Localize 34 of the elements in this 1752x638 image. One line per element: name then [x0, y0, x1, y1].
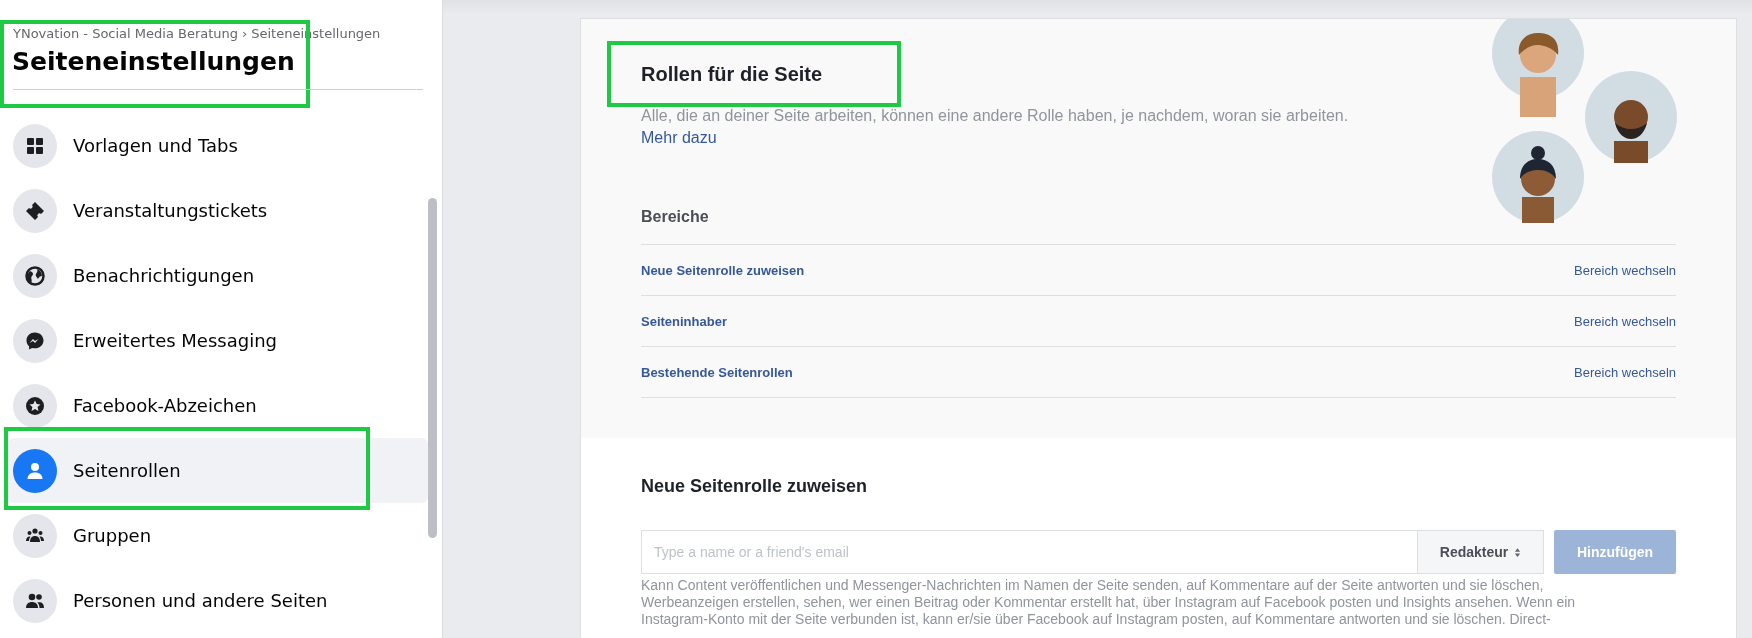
learn-more-link[interactable]: Mehr dazu	[641, 128, 1676, 148]
grid-icon	[13, 123, 57, 168]
breadcrumb-link[interactable]: YNovation - Social Media Beratung	[13, 26, 239, 41]
switch-area-link[interactable]: Bereich wechseln	[1574, 262, 1676, 278]
section-description: Alle, die an deiner Seite arbeiten, können eine andere Rolle haben, je nachdem, woran sie arbeiten.	[641, 106, 1350, 126]
page-title: Seiteneinstellungen	[12, 47, 295, 76]
person-icon	[13, 448, 57, 493]
sidebar-item[interactable]: Personen und andere Seiten	[8, 568, 428, 633]
switch-area-link[interactable]: Bereich wechseln	[1574, 313, 1676, 329]
area-link[interactable]: Seiteninhaber	[641, 313, 727, 329]
globe-icon	[13, 253, 57, 298]
messenger-icon	[13, 318, 57, 363]
people-icon	[13, 578, 57, 623]
sidebar-item[interactable]: Facebook-Abzeichen	[8, 373, 428, 438]
scrollbar[interactable]	[428, 198, 437, 538]
sidebar-item[interactable]: Veranstaltungstickets	[8, 178, 428, 243]
area-link[interactable]: Bestehende Seitenrollen	[641, 364, 793, 380]
name-input-field[interactable]: Type a name or a friend's email	[641, 530, 1418, 574]
sidebar-item[interactable]: Benachrichtigungen	[8, 243, 428, 308]
areas-heading: Bereiche	[641, 207, 710, 227]
area-link[interactable]: Neue Seitenrolle zuweisen	[641, 262, 805, 278]
group-icon	[13, 513, 57, 558]
sidebar-item[interactable]: Vorlagen und Tabs	[8, 113, 428, 178]
role-dropdown[interactable]: Redakteur	[1418, 530, 1544, 574]
section-title: Neue Seitenrolle zuweisen	[641, 475, 869, 497]
breadcrumb-separator: ›	[242, 26, 248, 41]
section-title: Rollen für die Seite	[641, 62, 824, 86]
ticket-icon	[13, 188, 57, 233]
sidebar-item[interactable]: Gruppen	[8, 503, 428, 568]
switch-area-link[interactable]: Bereich wechseln	[1574, 364, 1676, 380]
sort-icon	[1514, 546, 1522, 558]
role-description: Kann Content veröffentlichen und Messenger-Nachrichten im Namen der Seite senden, auf Kommentare auf der Seite antworten und sie löschen, Werbeanzeigen erstellen, sehen, wer einen Beitrag oder Kommentar erstellt hat, über Instagram auf Facebook posten und Insights ansehen. Wenn ein Instagram-Konto mit der Seite verbunden ist, kann er/sie über Facebook auf Instagram posten, auf Kommentare antworten und sie löschen. Direct-	[641, 577, 1577, 628]
sidebar-item[interactable]: Erweitertes Messaging	[8, 308, 428, 373]
sidebar-item[interactable]: Seitenrollen	[8, 438, 428, 503]
